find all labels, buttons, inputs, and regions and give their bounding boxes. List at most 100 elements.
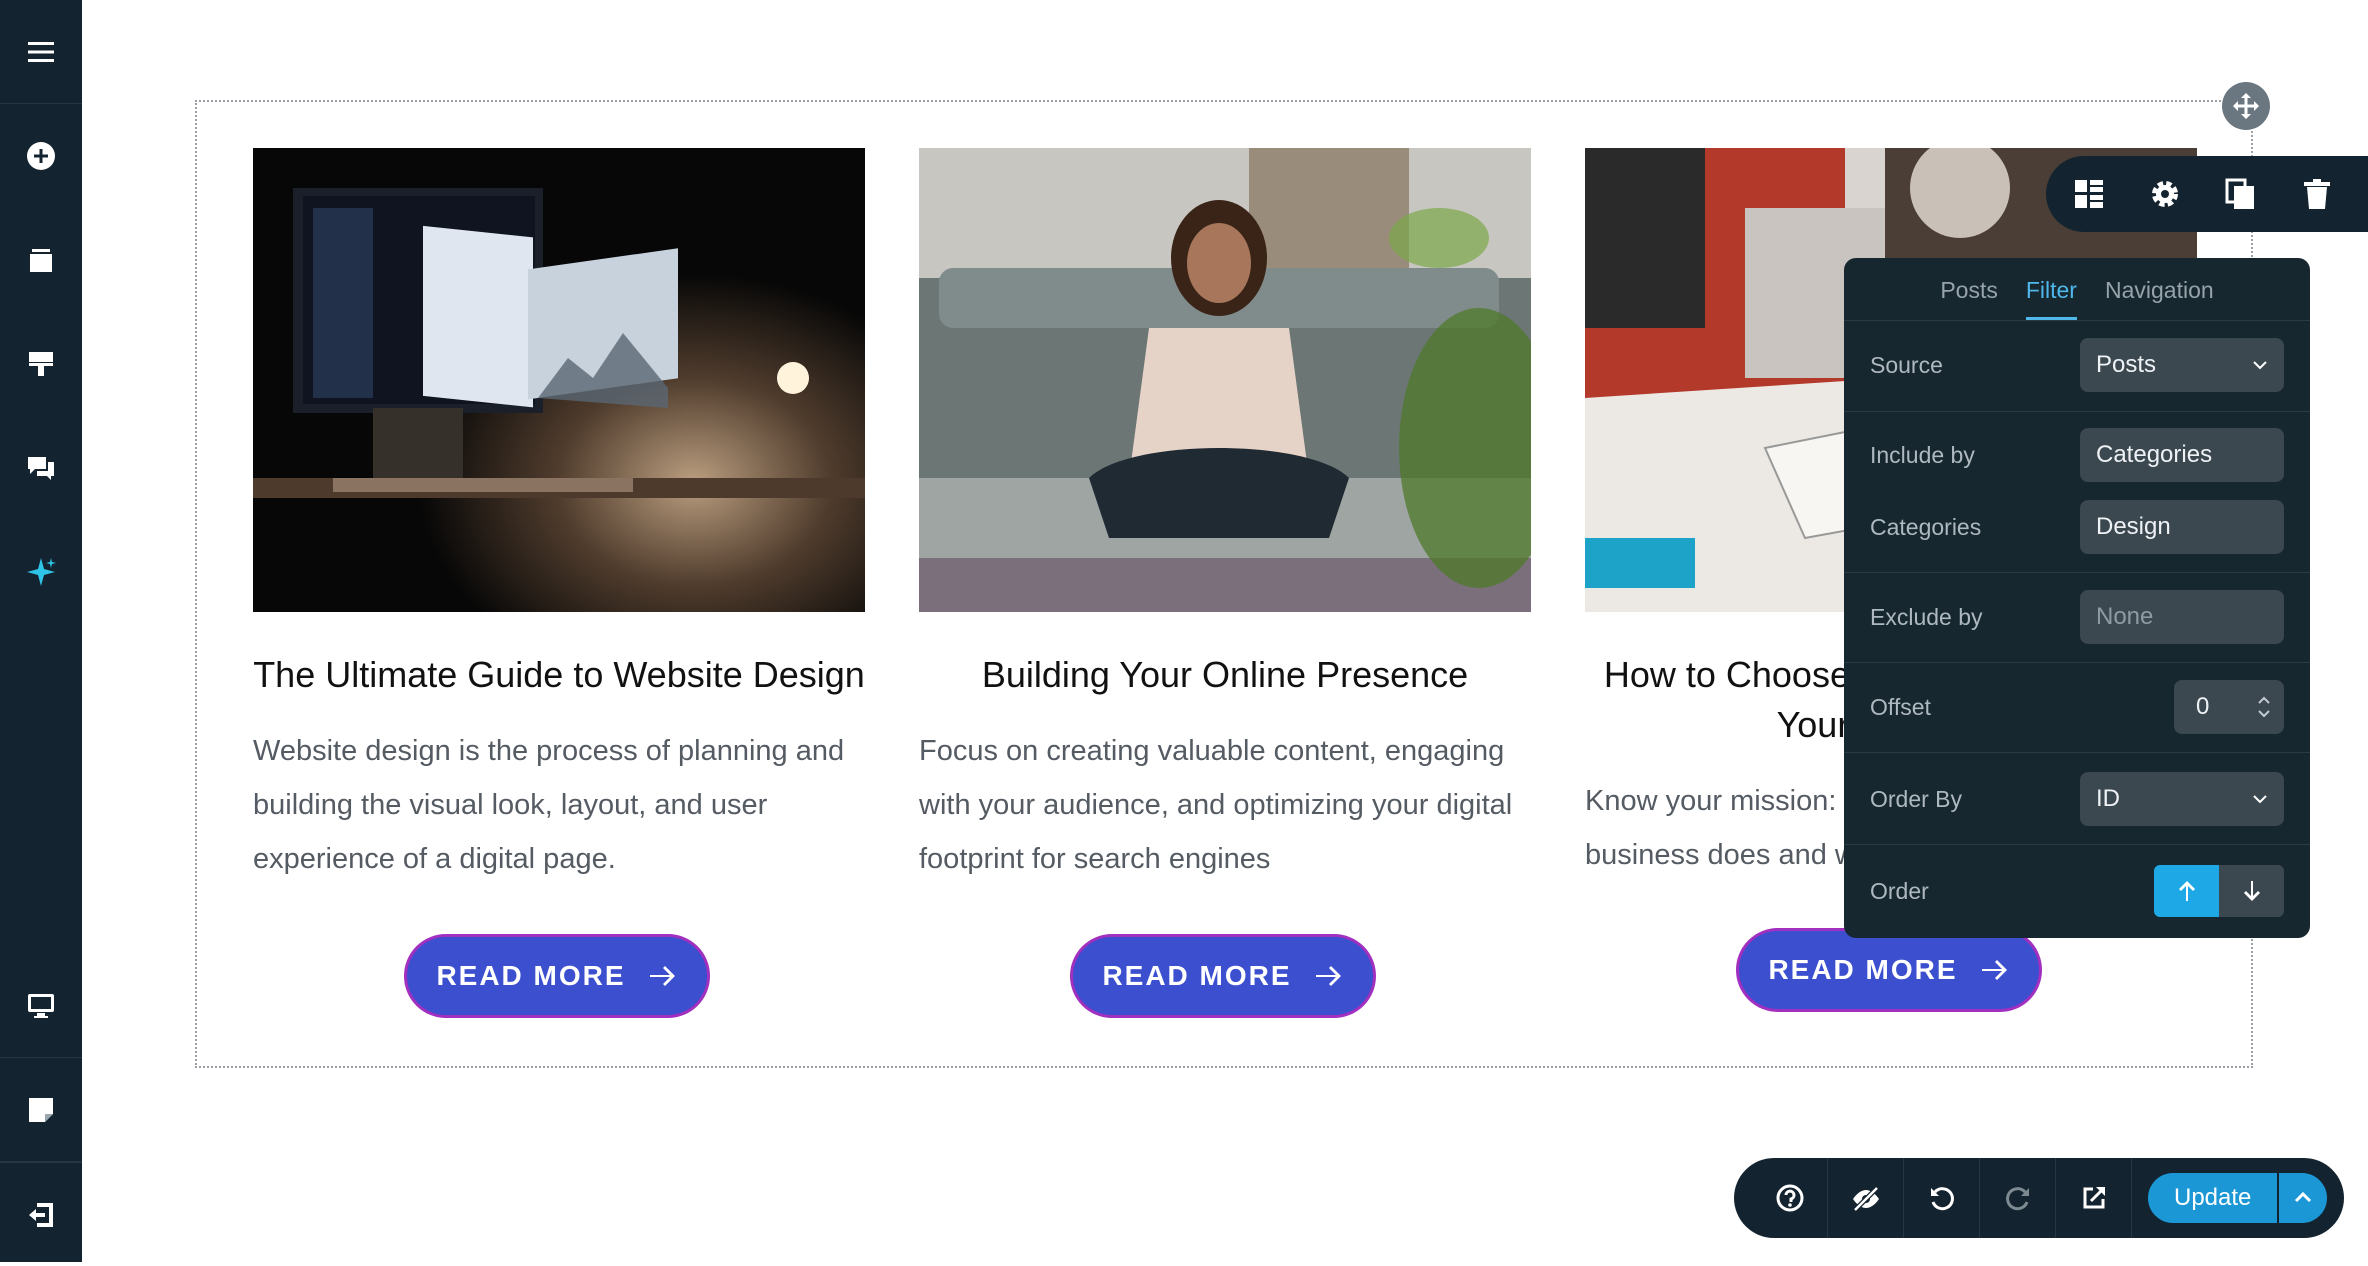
post-card: The Ultimate Guide to Website Design Web… <box>253 148 865 886</box>
exclude-by-label: Exclude by <box>1870 603 1983 630</box>
open-preview-button[interactable] <box>2056 1158 2132 1238</box>
panel-tabs: Posts Filter Navigation <box>1844 258 2310 320</box>
settings-button[interactable] <box>2142 171 2188 217</box>
bottom-toolbar: Update <box>1734 1158 2344 1238</box>
duplicate-button[interactable] <box>2218 171 2264 217</box>
exclude-by-field[interactable]: None <box>2080 590 2284 644</box>
include-by-row: Include by Categories <box>1844 428 2310 482</box>
order-row: Order <box>1844 864 2310 918</box>
read-more-label: READ MORE <box>1102 960 1292 991</box>
order-by-row: Order By ID <box>1844 772 2310 826</box>
chevron-up-icon <box>2295 1191 2312 1203</box>
post-image-woman-on-floor[interactable] <box>919 148 1531 612</box>
read-more-button[interactable]: READ MORE <box>404 934 710 1018</box>
tab-posts[interactable]: Posts <box>1940 277 1998 320</box>
stepper-arrows-icon[interactable] <box>2256 693 2272 721</box>
order-by-value: ID <box>2096 785 2120 812</box>
read-more-button[interactable]: READ MORE <box>1736 928 2042 1012</box>
read-more-label: READ MORE <box>1768 954 1958 985</box>
eye-slash-icon <box>1852 1186 1879 1212</box>
plus-circle-icon <box>27 142 55 170</box>
post-excerpt: Website design is the process of plannin… <box>253 735 845 875</box>
builder-sidebar <box>0 0 82 1262</box>
comments-icon <box>28 457 54 480</box>
order-by-select[interactable]: ID <box>2080 772 2284 826</box>
help-button[interactable] <box>1752 1158 1828 1238</box>
tab-filter[interactable]: Filter <box>2025 277 2077 320</box>
divider <box>1844 320 2310 321</box>
categories-field[interactable]: Design <box>2080 500 2284 554</box>
add-element-button[interactable] <box>0 104 82 208</box>
update-button[interactable]: Update <box>2148 1173 2277 1223</box>
tab-navigation[interactable]: Navigation <box>2105 277 2214 320</box>
post-card: Building Your Online Presence Focus on c… <box>919 148 1531 886</box>
styles-button[interactable] <box>0 312 82 416</box>
arrow-right-icon <box>1981 960 2007 980</box>
order-label: Order <box>1870 877 1929 904</box>
offset-stepper[interactable]: 0 <box>2174 680 2284 734</box>
exit-button[interactable] <box>0 1162 82 1266</box>
update-button-group: Update <box>2148 1173 2328 1223</box>
preview-toggle-button[interactable] <box>1828 1158 1904 1238</box>
undo-button[interactable] <box>1904 1158 1980 1238</box>
desktop-icon <box>28 993 54 1018</box>
exit-icon <box>29 1202 53 1227</box>
arrow-up-icon <box>2178 881 2195 901</box>
widget-type-button[interactable] <box>2066 171 2112 217</box>
read-more-label: READ MORE <box>436 960 626 991</box>
layers-icon <box>30 249 52 272</box>
ai-button[interactable] <box>0 520 82 624</box>
update-options-button[interactable] <box>2277 1173 2327 1223</box>
undo-icon <box>1930 1187 1954 1211</box>
order-by-label: Order By <box>1870 785 1963 812</box>
arrow-right-icon <box>649 966 675 986</box>
include-by-value: Categories <box>2096 441 2213 468</box>
categories-value: Design <box>2096 513 2171 540</box>
divider <box>1844 844 2310 845</box>
menu-button[interactable] <box>0 0 82 104</box>
arrow-down-icon <box>2243 881 2260 901</box>
paint-roller-icon <box>29 352 53 376</box>
offset-label: Offset <box>1870 693 1931 720</box>
divider <box>1844 662 2310 663</box>
chevron-down-icon <box>2253 361 2267 370</box>
chevron-down-icon <box>2253 795 2267 804</box>
trash-icon <box>2304 179 2330 209</box>
source-select[interactable]: Posts <box>2080 338 2284 392</box>
move-arrows-icon <box>2233 93 2259 119</box>
categories-label: Categories <box>1870 513 1982 540</box>
grid-layout-icon <box>2075 180 2103 208</box>
responsive-view-button[interactable] <box>0 954 82 1058</box>
exclude-by-value: None <box>2096 603 2154 630</box>
sticky-note-icon <box>29 1097 53 1122</box>
offset-row: Offset 0 <box>1844 680 2310 734</box>
divider <box>1844 572 2310 573</box>
ascending-button[interactable] <box>2154 865 2219 917</box>
redo-button[interactable] <box>1980 1158 2056 1238</box>
divider <box>1844 411 2310 412</box>
filter-settings-panel: Posts Filter Navigation Source Posts Inc… <box>1844 258 2310 938</box>
gear-icon <box>2152 181 2178 207</box>
post-title[interactable]: Building Your Online Presence <box>919 650 1531 700</box>
categories-row: Categories Design <box>1844 500 2310 554</box>
external-link-icon <box>2083 1187 2105 1209</box>
offset-value: 0 <box>2196 693 2210 720</box>
move-handle[interactable] <box>2222 82 2270 130</box>
include-by-field[interactable]: Categories <box>2080 428 2284 482</box>
include-by-label: Include by <box>1870 441 1975 468</box>
notes-button[interactable] <box>0 1058 82 1162</box>
comments-button[interactable] <box>0 416 82 520</box>
source-row: Source Posts <box>1844 338 2310 392</box>
hamburger-icon <box>28 41 54 62</box>
source-value: Posts <box>2096 351 2157 378</box>
post-excerpt: Focus on creating valuable content, enga… <box>919 735 1513 875</box>
read-more-button[interactable]: READ MORE <box>1070 934 1376 1018</box>
exclude-by-row: Exclude by None <box>1844 590 2310 644</box>
delete-button[interactable] <box>2294 171 2340 217</box>
pages-button[interactable] <box>0 208 82 312</box>
post-title[interactable]: The Ultimate Guide to Website Design <box>253 650 865 700</box>
descending-button[interactable] <box>2219 865 2284 917</box>
redo-icon <box>2005 1187 2029 1211</box>
post-image-computer-desk[interactable] <box>253 148 865 612</box>
divider <box>1844 752 2310 753</box>
